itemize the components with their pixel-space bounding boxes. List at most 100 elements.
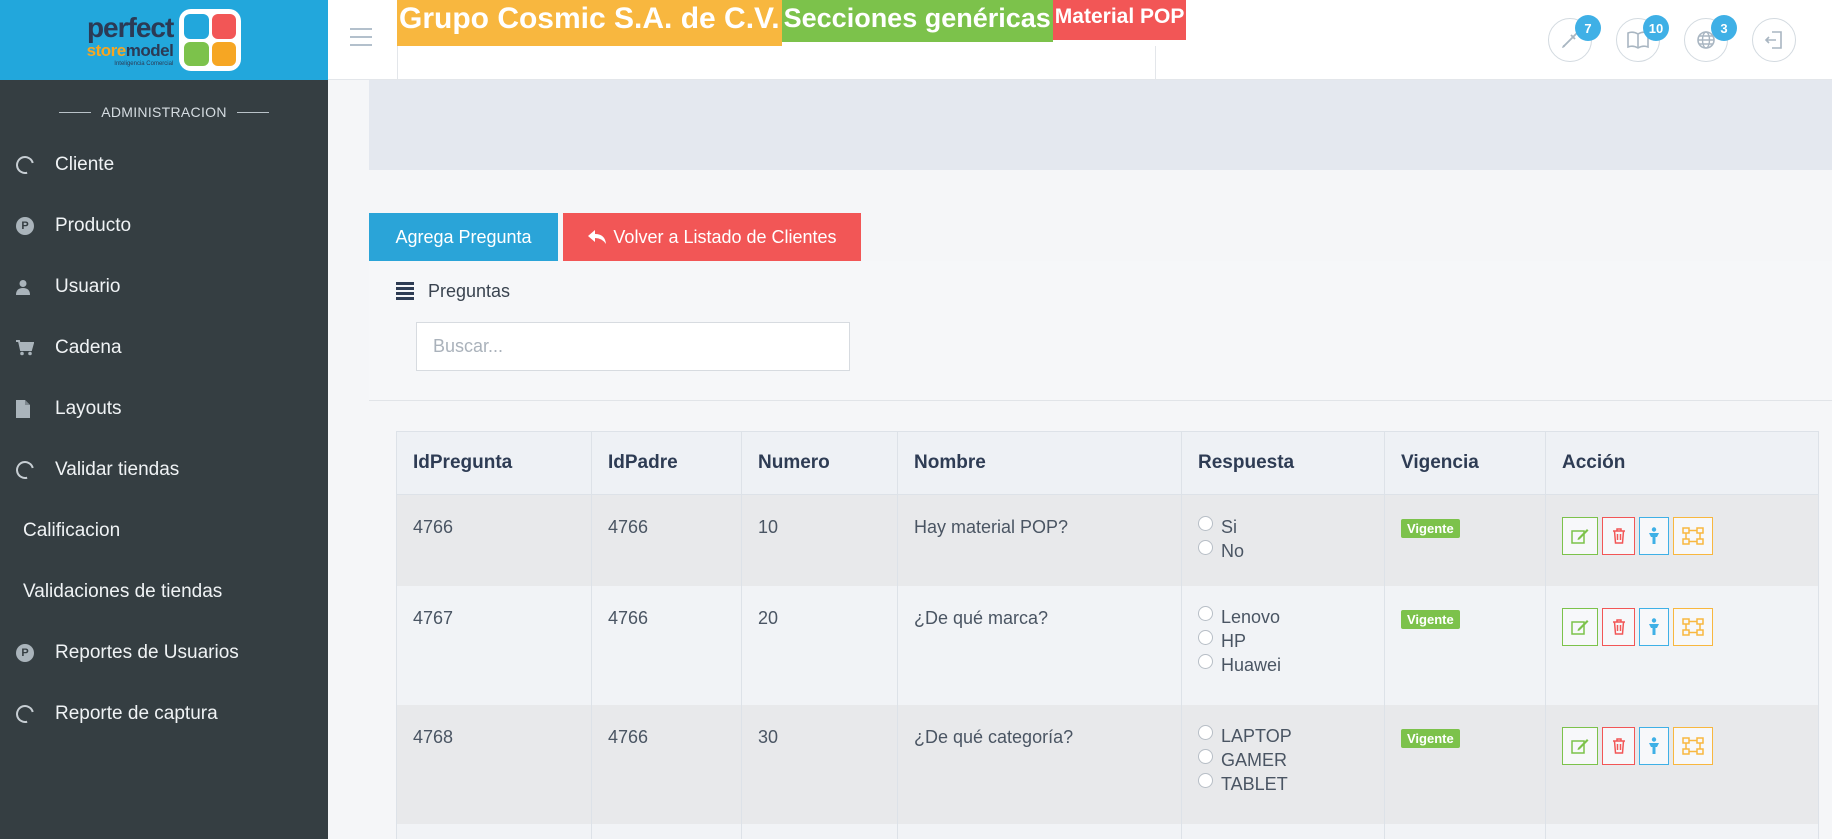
answer-option[interactable]: TABLET bbox=[1198, 771, 1384, 799]
brush-badge: 7 bbox=[1575, 15, 1601, 41]
file-icon bbox=[16, 399, 30, 418]
delete-button[interactable] bbox=[1602, 517, 1635, 555]
list-icon bbox=[396, 281, 414, 302]
sidebar-item-label: Reportes de Usuarios bbox=[55, 641, 239, 663]
delete-button[interactable] bbox=[1602, 607, 1635, 646]
logout-button[interactable] bbox=[1752, 18, 1796, 62]
radio-button[interactable] bbox=[1198, 654, 1213, 669]
brush-button[interactable]: 7 bbox=[1548, 15, 1601, 62]
radio-button[interactable] bbox=[1198, 606, 1213, 621]
refresh-icon bbox=[12, 701, 38, 726]
cell-padre: 4766 bbox=[591, 704, 742, 824]
sidebar-item-validaciones[interactable]: Validaciones de tiendas bbox=[0, 561, 328, 622]
sidebar-item-reporte-captura[interactable]: Reporte de captura bbox=[0, 683, 328, 744]
status-badge: Vigente bbox=[1401, 609, 1460, 629]
logo[interactable]: perfect storemodel Inteligencia Comercia… bbox=[0, 0, 328, 80]
table-row: 4768 4766 30 ¿De qué categoría? LAPTOP G… bbox=[396, 704, 1819, 824]
edit-button[interactable] bbox=[1562, 607, 1598, 646]
sidebar-item-usuario[interactable]: Usuario bbox=[0, 256, 328, 317]
globe-badge: 3 bbox=[1711, 15, 1737, 41]
col-header[interactable]: Nombre bbox=[897, 431, 1182, 495]
hierarchy-button[interactable] bbox=[1673, 607, 1713, 646]
logo-line2a: store bbox=[86, 40, 127, 60]
cell-nombre: Hay material POP? bbox=[897, 494, 1182, 586]
cell-id: 4767 bbox=[396, 585, 592, 705]
edit-icon bbox=[1571, 738, 1589, 754]
reply-icon bbox=[588, 230, 607, 244]
section-title: ADMINISTRACION bbox=[0, 104, 328, 120]
answer-option[interactable]: Huawei bbox=[1198, 652, 1384, 680]
table-row bbox=[396, 823, 1819, 839]
sidebar-item-validar-tiendas[interactable]: Validar tiendas bbox=[0, 439, 328, 500]
refresh-icon bbox=[12, 152, 38, 177]
sidebar-item-label: Calificacion bbox=[23, 519, 121, 541]
sidebar-item-reportes-usuarios[interactable]: P Reportes de Usuarios bbox=[0, 622, 328, 683]
radio-button[interactable] bbox=[1198, 539, 1213, 555]
hierarchy-button[interactable] bbox=[1673, 517, 1713, 555]
cell-respuesta: Si No bbox=[1181, 494, 1385, 586]
cell-nombre: ¿De qué categoría? bbox=[897, 704, 1182, 824]
book-button[interactable]: 10 bbox=[1616, 15, 1669, 62]
person-icon bbox=[1649, 736, 1659, 754]
edit-button[interactable] bbox=[1562, 726, 1598, 765]
cart-icon bbox=[16, 339, 34, 355]
globe-button[interactable]: 3 bbox=[1684, 15, 1737, 62]
logo-tagline: Inteligencia Comercial bbox=[114, 60, 174, 67]
topbar: Grupo Cosmic S.A. de C.V. Secciones gené… bbox=[328, 0, 1832, 80]
sidebar-item-cliente[interactable]: Cliente bbox=[0, 134, 328, 195]
logout-icon bbox=[1764, 31, 1782, 49]
cell-padre: 4766 bbox=[591, 585, 742, 705]
sidebar-item-label: Producto bbox=[55, 214, 132, 236]
radio-button[interactable] bbox=[1198, 749, 1213, 764]
logo-line2b: model bbox=[125, 40, 174, 60]
radio-button[interactable] bbox=[1198, 773, 1213, 788]
sidebar-item-cadena[interactable]: Cadena bbox=[0, 317, 328, 378]
sidebar-item-layouts[interactable]: Layouts bbox=[0, 378, 328, 439]
cell-respuesta: Lenovo HP Huawei bbox=[1181, 585, 1385, 705]
questions-panel: Preguntas bbox=[369, 261, 1832, 401]
child-question-button[interactable] bbox=[1639, 607, 1669, 646]
cell-numero: 10 bbox=[741, 494, 898, 586]
book-badge: 10 bbox=[1643, 15, 1669, 41]
col-header[interactable]: IdPadre bbox=[591, 431, 742, 495]
radio-button[interactable] bbox=[1198, 515, 1213, 531]
child-question-button[interactable] bbox=[1639, 517, 1669, 555]
radio-button[interactable] bbox=[1198, 630, 1213, 645]
hamburger-menu-icon[interactable] bbox=[350, 28, 372, 52]
sidebar-item-label: Usuario bbox=[55, 275, 121, 297]
child-question-button[interactable] bbox=[1639, 726, 1669, 765]
breadcrumb-client[interactable]: Grupo Cosmic S.A. de C.V. bbox=[397, 0, 782, 46]
puzzle-logo-icon bbox=[179, 9, 242, 71]
answer-option[interactable]: No bbox=[1198, 537, 1384, 565]
cell-padre: 4766 bbox=[591, 494, 742, 586]
search-input[interactable] bbox=[416, 322, 850, 371]
breadcrumb: Grupo Cosmic S.A. de C.V. Secciones gené… bbox=[397, 0, 1187, 46]
col-header[interactable]: Acción bbox=[1545, 431, 1819, 495]
cell-accion bbox=[1545, 494, 1819, 586]
cell-id: 4768 bbox=[396, 704, 592, 824]
back-to-clients-button[interactable]: Volver a Listado de Clientes bbox=[563, 213, 861, 261]
sidebar-item-label: Validaciones de tiendas bbox=[23, 580, 223, 602]
add-question-button[interactable]: Agrega Pregunta bbox=[369, 213, 558, 261]
status-badge: Vigente bbox=[1401, 728, 1460, 748]
hierarchy-button[interactable] bbox=[1673, 726, 1713, 765]
page-header bbox=[369, 80, 1832, 170]
sidebar-item-calificacion[interactable]: Calificacion bbox=[0, 500, 328, 561]
back-button-label: Volver a Listado de Clientes bbox=[613, 226, 837, 247]
col-header[interactable]: Respuesta bbox=[1181, 431, 1385, 495]
trash-icon bbox=[1612, 528, 1625, 544]
breadcrumb-section[interactable]: Secciones genéricas bbox=[781, 0, 1053, 42]
radio-button[interactable] bbox=[1198, 725, 1213, 740]
delete-button[interactable] bbox=[1602, 726, 1635, 765]
edit-button[interactable] bbox=[1562, 517, 1598, 555]
questions-table: IdPregunta IdPadre Numero Nombre Respues… bbox=[396, 431, 1819, 839]
cell-nombre: ¿De qué marca? bbox=[897, 585, 1182, 705]
sidebar-item-label: Cliente bbox=[55, 153, 115, 175]
sidebar-item-producto[interactable]: P Producto bbox=[0, 195, 328, 256]
breadcrumb-subsection[interactable]: Material POP bbox=[1052, 0, 1187, 40]
col-header[interactable]: Vigencia bbox=[1384, 431, 1546, 495]
table-row: 4766 4766 10 Hay material POP? Si No Vig… bbox=[396, 494, 1819, 586]
sitemap-icon bbox=[1682, 736, 1704, 755]
col-header[interactable]: Numero bbox=[741, 431, 898, 495]
col-header[interactable]: IdPregunta bbox=[396, 431, 592, 495]
